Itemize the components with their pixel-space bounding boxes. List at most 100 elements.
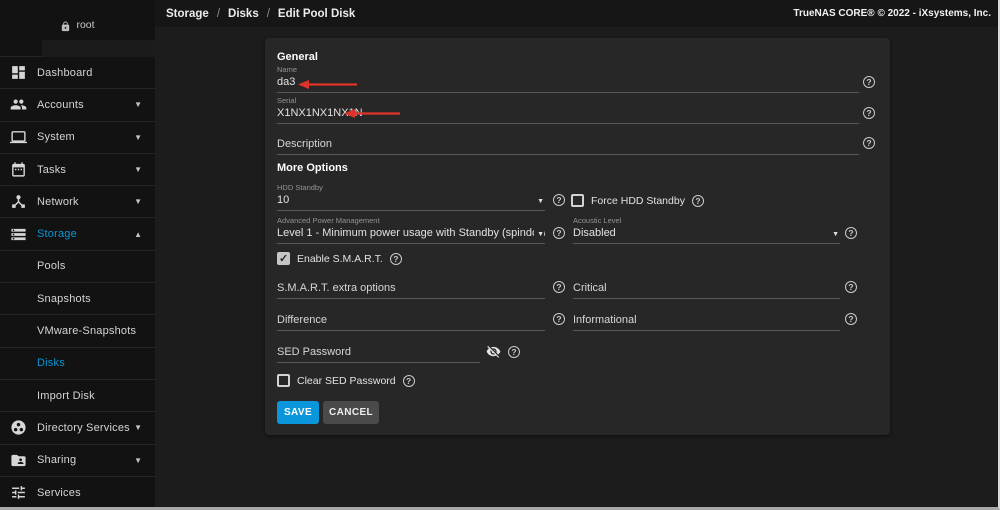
chevron-down-icon: ▼	[134, 100, 142, 109]
username: root	[76, 19, 94, 31]
sidebar-item-label: VMware-Snapshots	[37, 325, 136, 337]
apm-value[interactable]: Level 1 - Minimum power usage with Stand…	[277, 226, 545, 244]
breadcrumb: Storage / Disks / Edit Pool Disk	[155, 8, 355, 20]
sed-password-help-icon[interactable]: ?	[508, 346, 520, 358]
sidebar-item-snapshots[interactable]: Snapshots	[0, 282, 155, 314]
name-field[interactable]: Name da3	[277, 65, 859, 93]
dropdown-caret-icon[interactable]: ▼	[832, 228, 839, 241]
brand-copyright: TrueNAS CORE® © 2022 - iXsystems, Inc.	[793, 8, 998, 19]
sidebar: root Dashboard Accounts ▼ System ▼ Tasks…	[0, 0, 155, 507]
clear-sed-password-help-icon[interactable]: ?	[403, 375, 415, 387]
informational-help-icon[interactable]: ?	[845, 313, 857, 325]
hdd-standby-label: HDD Standby	[277, 183, 545, 193]
calendar-icon	[10, 161, 27, 178]
apm-label: Advanced Power Management	[277, 216, 545, 226]
dropdown-caret-icon[interactable]: ▼	[537, 195, 544, 208]
serial-field-label: Serial	[277, 96, 859, 106]
clear-sed-password-checkbox[interactable]	[277, 374, 290, 387]
smart-extra-options-placeholder[interactable]: S.M.A.R.T. extra options	[277, 281, 545, 299]
description-field-placeholder[interactable]: Description	[277, 137, 859, 155]
chevron-down-icon: ▼	[134, 133, 142, 142]
sidebar-item-pools[interactable]: Pools	[0, 250, 155, 282]
edit-pool-disk-form: General Name da3 ? Serial X1NX1NX1NX1N ?	[265, 38, 890, 435]
sidebar-item-accounts[interactable]: Accounts ▼	[0, 88, 155, 120]
sidebar-item-label: Storage	[37, 228, 77, 240]
serial-help-icon[interactable]: ?	[863, 107, 875, 119]
critical-placeholder[interactable]: Critical	[573, 281, 840, 299]
difference-help-icon[interactable]: ?	[553, 313, 565, 325]
chevron-down-icon: ▼	[134, 423, 142, 432]
critical-help-icon[interactable]: ?	[845, 281, 857, 293]
annotation-arrow-name	[298, 79, 359, 90]
lock-icon	[60, 19, 71, 37]
acoustic-level-select[interactable]: Acoustic Level Disabled▼	[573, 216, 840, 244]
sidebar-item-network[interactable]: Network ▼	[0, 185, 155, 217]
directory-services-icon	[10, 419, 27, 436]
system-icon	[10, 129, 27, 146]
critical-field[interactable]: Critical	[573, 281, 840, 299]
sidebar-item-system[interactable]: System ▼	[0, 121, 155, 153]
annotation-arrow-serial	[344, 108, 402, 119]
main-content: General Name da3 ? Serial X1NX1NX1NX1N ?	[155, 27, 998, 507]
name-field-value[interactable]: da3	[277, 75, 859, 93]
dropdown-caret-icon[interactable]: ▼	[534, 228, 544, 241]
sidebar-item-services[interactable]: Services	[0, 476, 155, 508]
sidebar-item-label: Snapshots	[37, 293, 91, 305]
save-button[interactable]: SAVE	[277, 401, 319, 424]
acoustic-level-help-icon[interactable]: ?	[845, 227, 857, 239]
enable-smart-checkbox[interactable]: ✓	[277, 252, 290, 265]
sed-password-field[interactable]: SED Password	[277, 345, 480, 363]
hdd-standby-select[interactable]: HDD Standby 10▼	[277, 183, 545, 211]
sidebar-item-label: Sharing	[37, 454, 76, 466]
sidebar-item-label: Tasks	[37, 164, 66, 176]
hdd-standby-help-icon[interactable]: ?	[553, 194, 565, 206]
description-field[interactable]: Description	[277, 137, 859, 155]
sidebar-item-directory-services[interactable]: Directory Services ▼	[0, 411, 155, 443]
sidebar-item-storage[interactable]: Storage ▲	[0, 217, 155, 249]
informational-placeholder[interactable]: Informational	[573, 313, 840, 331]
enable-smart-help-icon[interactable]: ?	[390, 253, 402, 265]
cancel-button[interactable]: CANCEL	[323, 401, 379, 424]
hdd-standby-value[interactable]: 10▼	[277, 193, 545, 211]
section-title-general: General	[277, 51, 318, 63]
accounts-icon	[10, 96, 27, 113]
smart-extra-options-field[interactable]: S.M.A.R.T. extra options	[277, 281, 545, 299]
sed-password-placeholder[interactable]: SED Password	[277, 345, 480, 363]
sidebar-item-import-disk[interactable]: Import Disk	[0, 379, 155, 411]
clear-sed-password-row: Clear SED Password ?	[277, 374, 415, 387]
breadcrumb-separator: /	[267, 8, 270, 20]
visibility-off-icon[interactable]	[486, 344, 501, 359]
user-menu[interactable]: root	[0, 0, 155, 56]
force-hdd-standby-help-icon[interactable]: ?	[692, 195, 704, 207]
acoustic-level-value[interactable]: Disabled▼	[573, 226, 840, 244]
sidebar-item-vmware-snapshots[interactable]: VMware-Snapshots	[0, 314, 155, 346]
sidebar-item-label: Dashboard	[37, 67, 93, 79]
informational-field[interactable]: Informational	[573, 313, 840, 331]
breadcrumb-edit-pool-disk: Edit Pool Disk	[278, 8, 355, 20]
sidebar-item-dashboard[interactable]: Dashboard	[0, 56, 155, 88]
smart-extra-options-help-icon[interactable]: ?	[553, 281, 565, 293]
sidebar-item-label: Network	[37, 196, 79, 208]
name-help-icon[interactable]: ?	[863, 76, 875, 88]
acoustic-level-label: Acoustic Level	[573, 216, 840, 226]
sidebar-item-label: System	[37, 131, 75, 143]
chevron-down-icon: ▼	[134, 456, 142, 465]
force-hdd-standby-row: Force HDD Standby ?	[571, 194, 704, 207]
description-help-icon[interactable]: ?	[863, 137, 875, 149]
sidebar-item-disks[interactable]: Disks	[0, 347, 155, 379]
sidebar-item-label: Services	[37, 487, 81, 499]
sidebar-item-sharing[interactable]: Sharing ▼	[0, 444, 155, 476]
storage-icon	[10, 226, 27, 243]
breadcrumb-disks[interactable]: Disks	[228, 8, 259, 20]
chevron-down-icon: ▼	[134, 165, 142, 174]
force-hdd-standby-checkbox[interactable]	[571, 194, 584, 207]
topbar: Storage / Disks / Edit Pool Disk TrueNAS…	[155, 0, 998, 27]
force-hdd-standby-label: Force HDD Standby	[591, 195, 685, 207]
apm-select[interactable]: Advanced Power Management Level 1 - Mini…	[277, 216, 545, 244]
sidebar-item-tasks[interactable]: Tasks ▼	[0, 153, 155, 185]
breadcrumb-storage[interactable]: Storage	[166, 8, 209, 20]
difference-placeholder[interactable]: Difference	[277, 313, 545, 331]
apm-help-icon[interactable]: ?	[553, 227, 565, 239]
sidebar-item-label: Accounts	[37, 99, 84, 111]
difference-field[interactable]: Difference	[277, 313, 545, 331]
